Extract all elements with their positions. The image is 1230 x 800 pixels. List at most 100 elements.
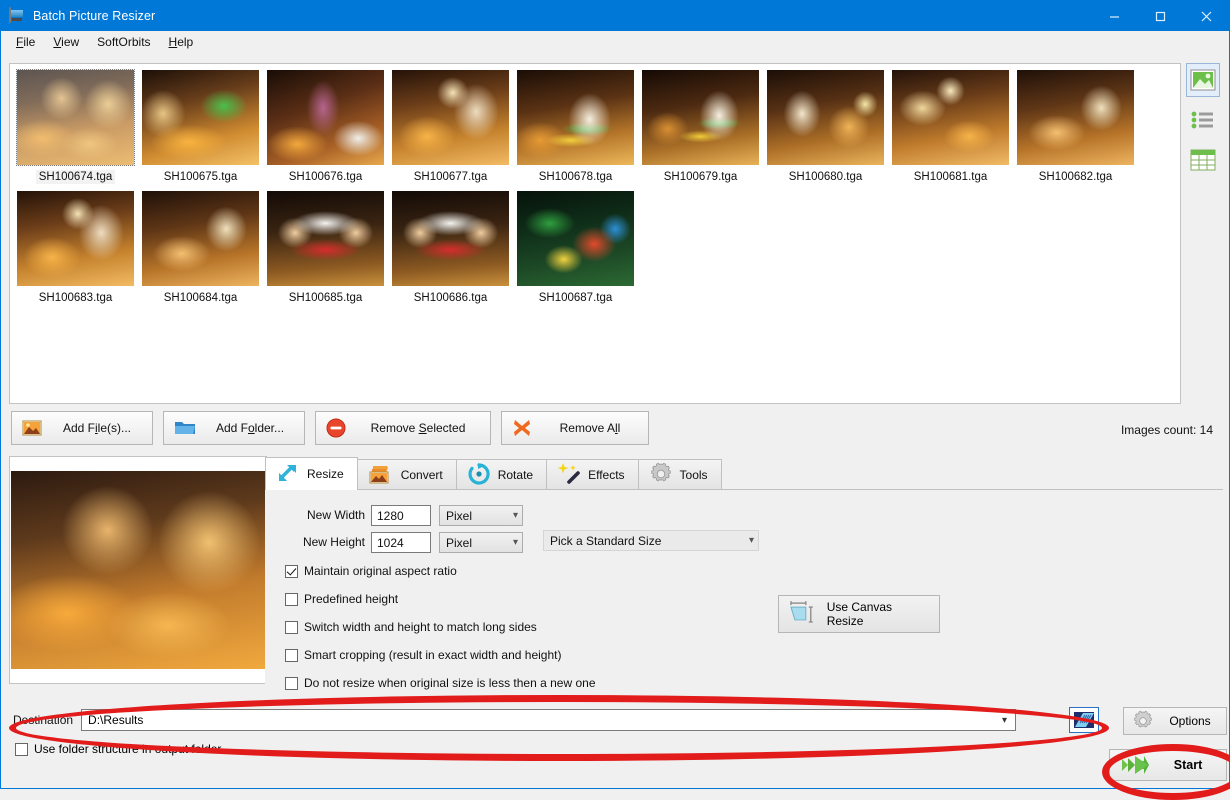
checkbox-label: Smart cropping (result in exact width an… bbox=[304, 648, 562, 662]
close-button[interactable] bbox=[1183, 1, 1229, 31]
remove-all-label: Remove All bbox=[559, 421, 621, 435]
standard-size-select[interactable]: Pick a Standard Size ▾ bbox=[543, 530, 759, 551]
details-view-icon bbox=[1190, 149, 1216, 171]
checkbox-do-not-resize-smaller[interactable]: Do not resize when original size is less… bbox=[285, 676, 596, 690]
thumbnail-item[interactable]: SH100687.tga bbox=[513, 190, 638, 305]
start-button[interactable]: Start bbox=[1109, 749, 1227, 781]
thumbnail-image[interactable] bbox=[391, 190, 510, 287]
file-list-panel[interactable]: SH100674.tga SH100675.tga SH100676.tga SH10… bbox=[9, 63, 1181, 404]
thumbnail-item[interactable]: SH100679.tga bbox=[638, 69, 763, 184]
thumbnail-item[interactable]: SH100682.tga bbox=[1013, 69, 1138, 184]
thumbnail-item[interactable]: SH100684.tga bbox=[138, 190, 263, 305]
menu-softorbits[interactable]: SoftOrbits bbox=[88, 33, 159, 51]
thumbnail-image[interactable] bbox=[266, 190, 385, 287]
thumbnail-item[interactable]: SH100686.tga bbox=[388, 190, 513, 305]
menu-bar: File View SoftOrbits Help bbox=[1, 31, 1229, 54]
settings-tab-area: Resize Convert Rotate Effects Tools New Widt… bbox=[265, 457, 1223, 690]
thumbnail-caption: SH100679.tga bbox=[663, 171, 738, 183]
tab-convert[interactable]: Convert bbox=[356, 459, 457, 490]
thumbnail-item[interactable]: SH100680.tga bbox=[763, 69, 888, 184]
thumbnail-caption: SH100678.tga bbox=[538, 171, 613, 183]
thumbnail-item[interactable]: SH100685.tga bbox=[263, 190, 388, 305]
preview-image bbox=[11, 471, 265, 669]
minimize-button[interactable] bbox=[1091, 1, 1137, 31]
thumbnail-grid: SH100674.tga SH100675.tga SH100676.tga SH10… bbox=[10, 64, 1180, 309]
new-height-unit-select[interactable]: Pixel ▾ bbox=[439, 532, 523, 553]
add-files-button[interactable]: Add File(s)... bbox=[11, 411, 153, 445]
destination-input[interactable]: D:\Results ▾ bbox=[81, 709, 1017, 731]
thumbnail-view-button[interactable] bbox=[1186, 63, 1220, 97]
checkbox-label: Use folder structure in output folder bbox=[34, 742, 222, 756]
menu-file[interactable]: File bbox=[7, 33, 44, 51]
remove-selected-label: Remove Selected bbox=[370, 421, 466, 435]
new-width-unit-select[interactable]: Pixel ▾ bbox=[439, 505, 523, 526]
checkbox-switch-width-height[interactable]: Switch width and height to match long si… bbox=[285, 620, 537, 634]
remove-selected-button[interactable]: Remove Selected bbox=[315, 411, 491, 445]
checkbox-use-folder-structure[interactable]: Use folder structure in output folder bbox=[15, 742, 221, 756]
title-bar: Batch Picture Resizer bbox=[1, 1, 1229, 31]
thumbnail-item[interactable]: SH100677.tga bbox=[388, 69, 513, 184]
destination-row: Destination D:\Results ▾ bbox=[13, 709, 1017, 731]
thumbnail-image[interactable] bbox=[16, 190, 135, 287]
thumbnail-item[interactable]: SH100681.tga bbox=[888, 69, 1013, 184]
thumbnail-item[interactable]: SH100674.tga bbox=[13, 69, 138, 184]
maximize-button[interactable] bbox=[1137, 1, 1183, 31]
thumbnail-caption: SH100685.tga bbox=[288, 292, 363, 304]
thumbnail-image[interactable] bbox=[641, 69, 760, 166]
thumbnail-caption: SH100684.tga bbox=[163, 292, 238, 304]
list-view-button[interactable] bbox=[1186, 103, 1220, 137]
checkbox-maintain-aspect-ratio[interactable]: Maintain original aspect ratio bbox=[285, 564, 457, 578]
gear-icon bbox=[649, 462, 673, 489]
new-height-unit-value: Pixel bbox=[446, 535, 473, 550]
thumbnail-caption: SH100683.tga bbox=[38, 292, 113, 304]
thumbnail-image[interactable] bbox=[141, 190, 260, 287]
options-button[interactable]: Options bbox=[1123, 707, 1227, 735]
checkbox-box bbox=[285, 564, 298, 578]
folder-icon bbox=[175, 422, 195, 434]
thumbnail-item[interactable]: SH100675.tga bbox=[138, 69, 263, 184]
thumbnail-image[interactable] bbox=[16, 69, 135, 166]
checkbox-label: Switch width and height to match long si… bbox=[304, 620, 537, 634]
checkbox-label: Do not resize when original size is less… bbox=[304, 676, 596, 690]
thumbnail-caption: SH100687.tga bbox=[538, 292, 613, 304]
thumbnail-image[interactable] bbox=[516, 190, 635, 287]
thumbnail-image[interactable] bbox=[516, 69, 635, 166]
thumbnail-image[interactable] bbox=[766, 69, 885, 166]
thumbnail-image[interactable] bbox=[391, 69, 510, 166]
tab-effects[interactable]: Effects bbox=[546, 459, 639, 490]
magic-wand-icon bbox=[557, 462, 581, 489]
chevron-down-icon[interactable]: ▾ bbox=[996, 710, 1013, 730]
use-canvas-resize-button[interactable]: Use Canvas Resize bbox=[778, 595, 940, 633]
rotate-circle-icon bbox=[467, 462, 491, 489]
browse-folder-button[interactable] bbox=[1069, 707, 1099, 733]
thumbnail-caption: SH100682.tga bbox=[1038, 171, 1113, 183]
thumbnail-image[interactable] bbox=[266, 69, 385, 166]
preview-panel bbox=[9, 456, 267, 684]
tab-rotate[interactable]: Rotate bbox=[455, 459, 548, 490]
thumbnail-image[interactable] bbox=[891, 69, 1010, 166]
checkbox-predefined-height[interactable]: Predefined height bbox=[285, 592, 398, 606]
new-height-input[interactable] bbox=[371, 532, 431, 553]
menu-view[interactable]: View bbox=[44, 33, 88, 51]
thumbnail-item[interactable]: SH100678.tga bbox=[513, 69, 638, 184]
new-height-label: New Height bbox=[302, 535, 365, 549]
tab-strip: Resize Convert Rotate Effects Tools bbox=[265, 457, 1223, 490]
thumbnail-image[interactable] bbox=[141, 69, 260, 166]
thumbnail-item[interactable]: SH100676.tga bbox=[263, 69, 388, 184]
checkbox-smart-cropping[interactable]: Smart cropping (result in exact width an… bbox=[285, 648, 561, 662]
tab-label: Effects bbox=[588, 468, 625, 482]
thumbnail-caption: SH100677.tga bbox=[413, 171, 488, 183]
add-folder-button[interactable]: Add Folder... bbox=[163, 411, 305, 445]
tab-resize[interactable]: Resize bbox=[265, 457, 358, 490]
window-controls bbox=[1091, 1, 1229, 31]
details-view-button[interactable] bbox=[1186, 143, 1220, 177]
tab-tools[interactable]: Tools bbox=[637, 459, 722, 490]
thumbnail-image[interactable] bbox=[1016, 69, 1135, 166]
green-arrow-icon bbox=[1122, 756, 1149, 774]
menu-help[interactable]: Help bbox=[160, 33, 203, 51]
new-width-input[interactable] bbox=[371, 505, 431, 526]
remove-all-button[interactable]: Remove All bbox=[501, 411, 649, 445]
no-entry-icon bbox=[326, 418, 346, 438]
thumbnail-item[interactable]: SH100683.tga bbox=[13, 190, 138, 305]
destination-label: Destination bbox=[13, 713, 74, 727]
